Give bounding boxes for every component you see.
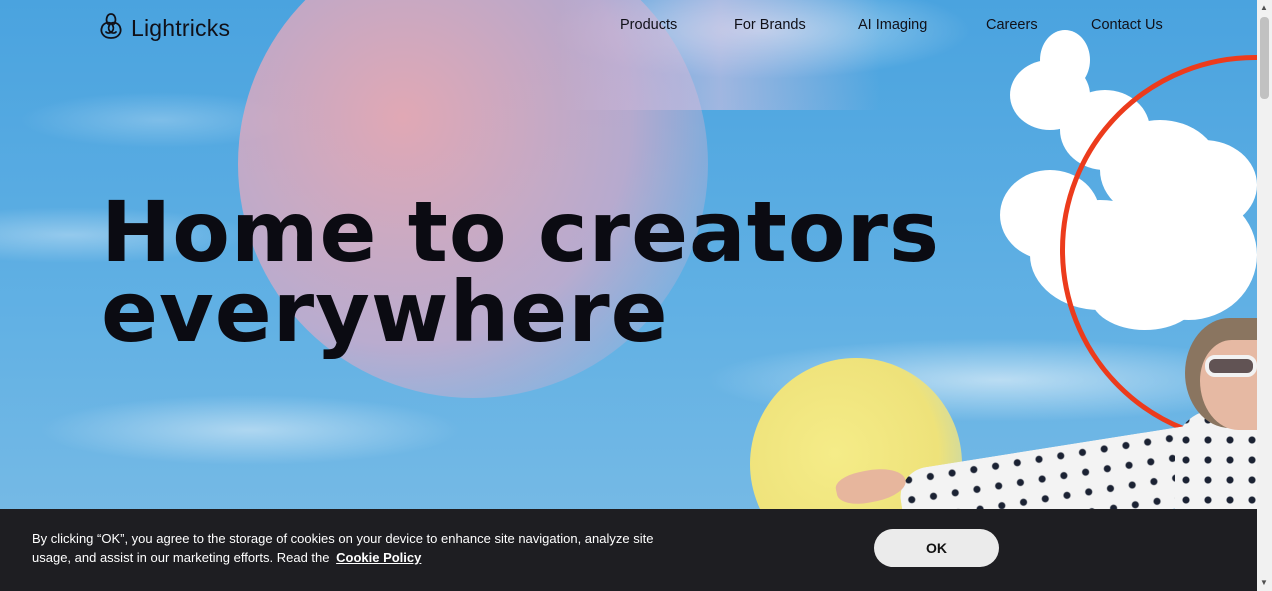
nav-item-contact-us[interactable]: Contact Us	[1091, 17, 1163, 33]
nav-item-for-brands[interactable]: For Brands	[734, 17, 806, 33]
cookie-policy-link[interactable]: Cookie Policy	[336, 550, 421, 565]
cookie-consent-banner: By clicking “OK”, you agree to the stora…	[0, 509, 1257, 591]
nav-item-products[interactable]: Products	[620, 17, 677, 33]
cookie-ok-button[interactable]: OK	[874, 529, 999, 567]
page-scrollbar[interactable]: ▲ ▼	[1257, 0, 1272, 591]
hero-headline: Home to creators everywhere	[101, 190, 940, 354]
scrollbar-thumb[interactable]	[1260, 17, 1269, 99]
brand-name: Lightricks	[131, 15, 231, 41]
nav-item-careers[interactable]: Careers	[986, 17, 1038, 33]
hero-section: Home to creators everywhere	[0, 0, 1257, 591]
nav-item-ai-imaging[interactable]: AI Imaging	[858, 17, 927, 33]
scroll-down-arrow-icon[interactable]: ▼	[1260, 578, 1268, 587]
brand-logo[interactable]: Lightricks	[99, 12, 230, 45]
lightricks-knot-icon	[99, 12, 123, 45]
site-header: Lightricks Products For Brands AI Imagin…	[0, 0, 1257, 60]
scroll-up-arrow-icon[interactable]: ▲	[1260, 3, 1268, 12]
headline-line-2: everywhere	[101, 263, 669, 361]
cookie-message: By clicking “OK”, you agree to the stora…	[32, 529, 672, 567]
